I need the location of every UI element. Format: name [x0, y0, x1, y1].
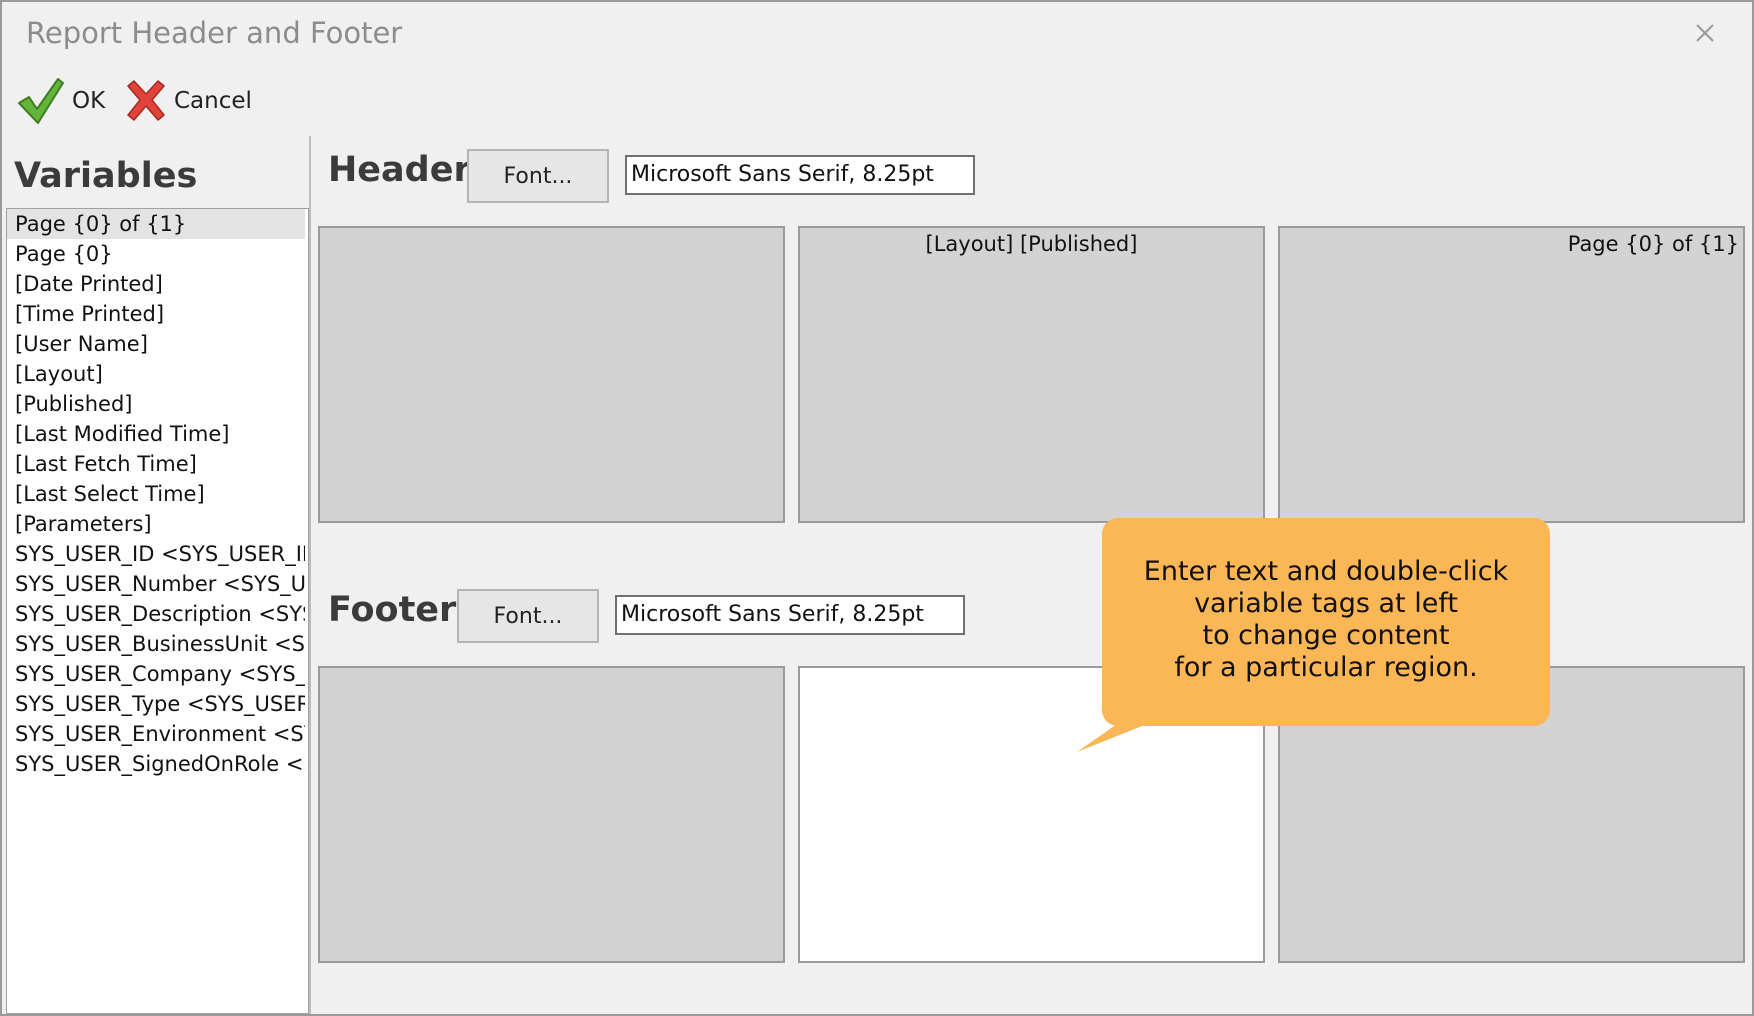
ok-button[interactable]: OK — [16, 74, 105, 128]
close-button[interactable] — [1688, 16, 1722, 50]
list-item[interactable]: SYS_USER_Environment <SYS — [7, 719, 305, 749]
list-item[interactable]: [Layout] — [7, 359, 305, 389]
list-item[interactable]: [Time Printed] — [7, 299, 305, 329]
list-item[interactable]: SYS_USER_Description <SYS_ — [7, 599, 305, 629]
list-item[interactable]: SYS_USER_Type <SYS_USER_ — [7, 689, 305, 719]
header-center-region[interactable]: [Layout] [Published] — [798, 226, 1265, 523]
header-right-region[interactable]: Page {0} of {1} — [1278, 226, 1745, 523]
list-item[interactable]: [Last Modified Time] — [7, 419, 305, 449]
header-left-region[interactable] — [318, 226, 785, 523]
cancel-label: Cancel — [174, 88, 252, 114]
cancel-button[interactable]: Cancel — [124, 74, 252, 128]
pane-divider[interactable] — [309, 136, 311, 1014]
footer-font-button[interactable]: Font... — [457, 589, 599, 643]
dialog-window: Report Header and Footer OK Cancel Varia… — [0, 0, 1754, 1016]
ok-label: OK — [72, 88, 106, 114]
header-font-button[interactable]: Font... — [467, 149, 609, 203]
list-item[interactable]: [Last Select Time] — [7, 479, 305, 509]
list-item[interactable]: Page {0} — [7, 239, 305, 269]
dialog-title: Report Header and Footer — [26, 16, 403, 50]
green-checkmark-icon — [18, 78, 64, 124]
help-callout: Enter text and double-click variable tag… — [1102, 518, 1550, 726]
list-item[interactable]: SYS_USER_BusinessUnit <SYS — [7, 629, 305, 659]
footer-left-region[interactable] — [318, 666, 785, 963]
list-item[interactable]: [Published] — [7, 389, 305, 419]
variables-pane: Variables Page {0} of {1} Page {0} [Date… — [4, 136, 311, 1014]
list-item[interactable]: [Last Fetch Time] — [7, 449, 305, 479]
close-icon — [1696, 24, 1714, 42]
footer-font-field: Microsoft Sans Serif, 8.25pt — [615, 595, 965, 635]
list-item[interactable]: Page {0} of {1} — [7, 209, 305, 239]
red-x-icon — [127, 80, 165, 121]
list-item[interactable]: SYS_USER_ID <SYS_USER_ID — [7, 539, 305, 569]
callout-pointer — [1077, 724, 1147, 752]
header-heading: Header — [328, 150, 471, 190]
variables-heading: Variables — [14, 156, 198, 196]
list-item[interactable]: SYS_USER_Company <SYS_U — [7, 659, 305, 689]
list-item[interactable]: [User Name] — [7, 329, 305, 359]
callout-text: Enter text and double-click variable tag… — [1143, 556, 1509, 683]
header-font-field: Microsoft Sans Serif, 8.25pt — [625, 155, 975, 195]
variables-list[interactable]: Page {0} of {1} Page {0} [Date Printed] … — [6, 208, 309, 1014]
list-item[interactable]: SYS_USER_Number <SYS_USER — [7, 569, 305, 599]
list-item[interactable]: [Parameters] — [7, 509, 305, 539]
header-right-text: Page {0} of {1} — [1567, 232, 1739, 256]
list-item[interactable]: [Date Printed] — [7, 269, 305, 299]
header-center-text: [Layout] [Published] — [925, 232, 1138, 256]
list-item[interactable]: SYS_USER_SignedOnRole <SY — [7, 749, 305, 779]
footer-heading: Footer — [328, 590, 457, 630]
